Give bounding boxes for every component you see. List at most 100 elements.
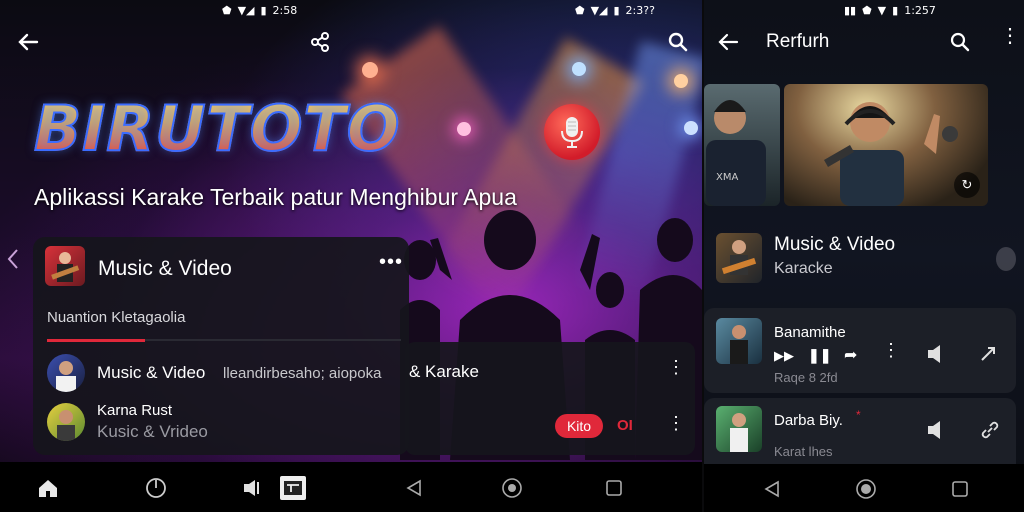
item-thumbnail: [716, 318, 762, 364]
list-item-title[interactable]: Karna Rust: [97, 402, 172, 419]
guitarist-image: [51, 252, 80, 282]
status-time: 1:257: [904, 3, 936, 17]
link-icon: [981, 421, 999, 439]
square-recents-icon: [606, 480, 622, 496]
video-thumbnail[interactable]: XMA: [704, 84, 780, 206]
performer-image: [730, 325, 748, 364]
karaoke-card[interactable]: & Karake ⋮ Kito OI ⋮: [405, 342, 695, 455]
left-screen: ⬟ ▼◢ ▮ 2:58 ⬟ ▼◢ ▮ 2:3?? BIRUTOTO Aplika…: [0, 0, 702, 512]
location-icon: ⬟: [575, 3, 585, 17]
toggle-label[interactable]: OI: [617, 417, 633, 434]
battery-icon: ▮▮: [844, 3, 857, 17]
status-bar: ▮▮ ⬟ ▼ ▮ 1:257: [844, 0, 1024, 20]
navigation-bar: [704, 464, 1024, 512]
playlist-button[interactable]: [280, 476, 306, 500]
more-vert-icon[interactable]: ⋮: [882, 341, 900, 359]
share-button[interactable]: [306, 28, 334, 56]
microphone-badge[interactable]: [544, 104, 600, 160]
expand-button[interactable]: [978, 344, 998, 369]
right-screen: ▮▮ ⬟ ▼ ▮ 1:257 Rerfurh ⋮ XMA ↻ Music & V…: [704, 0, 1024, 512]
wifi-icon: ▼: [877, 3, 887, 17]
card-title: Music & Video: [98, 257, 232, 280]
item-title: Darba Biy.: [774, 412, 843, 429]
avatar: [47, 403, 85, 441]
item-title: Banamithe: [774, 324, 846, 341]
more-vert-icon[interactable]: ⋮: [667, 358, 685, 376]
microphone-icon: [561, 117, 583, 148]
rewind-icon[interactable]: ▶▶: [774, 348, 794, 364]
pause-icon[interactable]: ❚❚: [808, 347, 831, 364]
feature-title: Music & Video: [774, 234, 896, 255]
wifi-icon: ▼◢: [590, 3, 608, 17]
triangle-back-icon: [764, 480, 779, 498]
forward-icon[interactable]: ➦: [844, 345, 857, 365]
album-thumbnail: [45, 246, 85, 286]
system-recents-button[interactable]: [602, 476, 626, 500]
new-indicator: *: [856, 408, 861, 422]
home-icon: [39, 480, 57, 497]
replay-icon[interactable]: ↻: [954, 172, 980, 198]
triangle-back-icon: [406, 479, 421, 497]
system-recents-button[interactable]: [948, 478, 972, 500]
system-back-button[interactable]: [760, 478, 784, 500]
feature-subtitle: Karacke: [774, 260, 833, 277]
performer-image: [730, 413, 748, 452]
carousel-prev-button[interactable]: [4, 246, 22, 272]
progress-indicator: [47, 339, 145, 342]
back-button[interactable]: [14, 28, 42, 56]
scroll-handle[interactable]: [996, 247, 1016, 271]
library-button[interactable]: [240, 476, 264, 500]
square-recents-icon: [952, 481, 968, 497]
guitarist-image: [721, 240, 757, 275]
explore-button[interactable]: [144, 476, 168, 500]
share-icon: [311, 32, 329, 52]
circle-home-icon: [856, 479, 876, 499]
back-button[interactable]: [714, 28, 742, 56]
item-thumbnail: [716, 406, 762, 452]
person-image: [57, 410, 75, 441]
compass-icon: [146, 478, 166, 498]
stage-light: [362, 62, 378, 78]
video-thumbnail[interactable]: ↻: [784, 84, 988, 206]
status-time: 2:58: [272, 3, 298, 17]
system-home-button[interactable]: [854, 477, 878, 501]
system-home-button[interactable]: [500, 476, 524, 500]
search-button[interactable]: [664, 28, 692, 56]
search-button[interactable]: [946, 28, 974, 56]
stage-light: [684, 121, 698, 135]
system-back-button[interactable]: [402, 476, 426, 500]
volume-icon: [244, 480, 259, 496]
volume-button[interactable]: [926, 344, 948, 369]
location-icon: ⬟: [862, 3, 872, 17]
item-subtitle: Karat lhes: [774, 444, 833, 459]
status-bar: ⬟ ▼◢ ▮ 2:58: [222, 0, 362, 20]
volume-icon: [928, 345, 940, 363]
tagline: Aplikassi Karake Terbaik patur Menghibur…: [34, 184, 517, 210]
battery-icon: ▮: [260, 3, 267, 17]
list-item[interactable]: Darba Biy. * Karat lhes: [704, 398, 1016, 464]
navigation-bar: [0, 462, 702, 512]
wifi-icon: ▼◢: [237, 3, 255, 17]
link-button[interactable]: [980, 420, 1000, 445]
svg-text:XMA: XMA: [716, 172, 738, 183]
more-vert-icon[interactable]: ⋮: [1000, 26, 1020, 46]
volume-icon: [928, 421, 940, 439]
more-horiz-icon[interactable]: •••: [379, 251, 403, 274]
play-pill-label: Kito: [566, 418, 592, 434]
play-pill-button[interactable]: Kito: [555, 414, 603, 438]
home-button[interactable]: [36, 476, 60, 500]
status-time: 2:3??: [625, 3, 655, 17]
list-item[interactable]: Banamithe ▶▶ ❚❚ ➦ ⋮ Raqe 8 2fd: [704, 308, 1016, 393]
stage-light: [674, 74, 688, 88]
page-title: Rerfurh: [766, 31, 830, 52]
brand-logo-text: BIRUTOTO: [33, 91, 401, 166]
music-video-card[interactable]: Music & Video ••• Nuantion Kletagaolia M…: [33, 237, 409, 455]
volume-button[interactable]: [926, 420, 948, 445]
battery-icon: ▮: [613, 3, 620, 17]
list-item-title[interactable]: Music & Video: [97, 363, 205, 383]
more-vert-icon[interactable]: ⋮: [667, 414, 685, 432]
search-icon: [668, 32, 688, 52]
album-thumbnail: [716, 233, 762, 283]
location-icon: ⬟: [222, 3, 232, 17]
avatar: [47, 354, 85, 392]
